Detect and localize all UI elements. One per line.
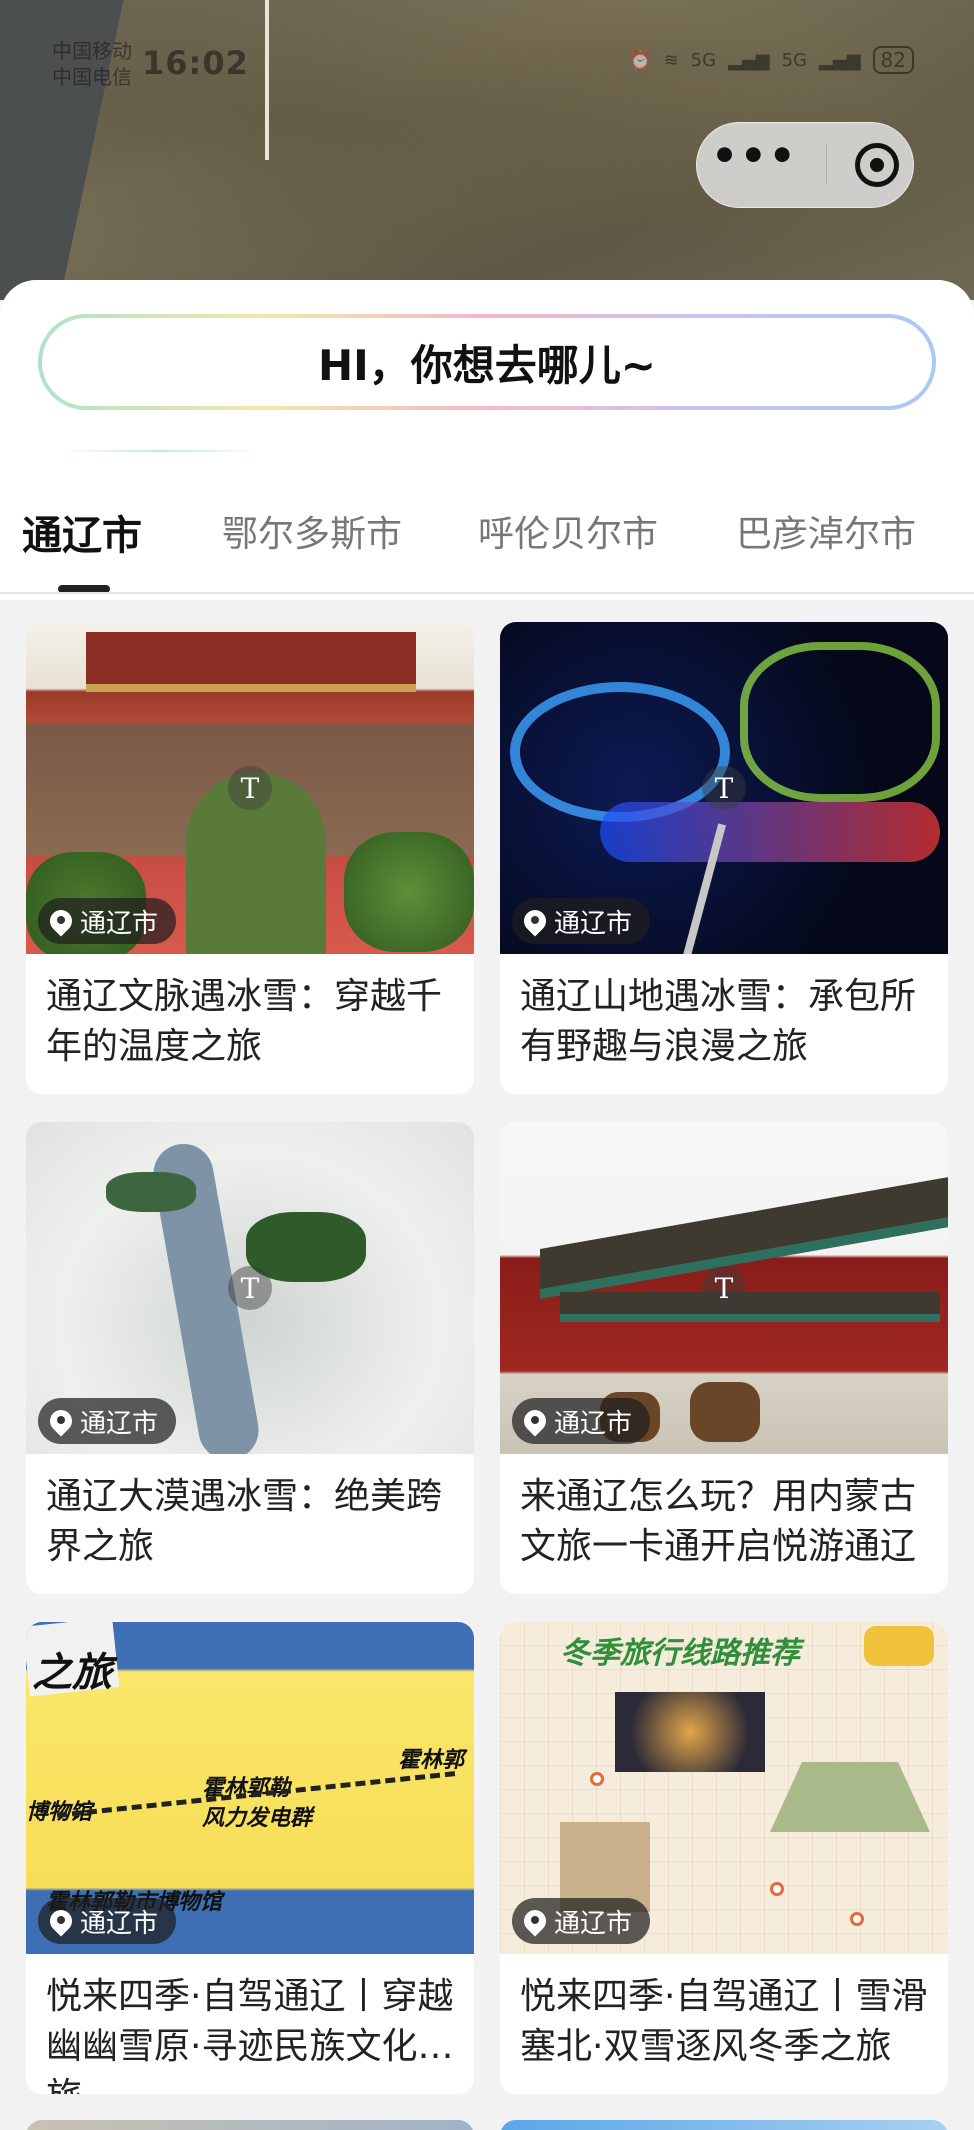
image-text: 之旅 (32, 1650, 112, 1696)
watermark-icon: T (702, 766, 746, 810)
battery-indicator: 82 (872, 46, 914, 74)
location-label: 通辽市 (554, 1408, 633, 1439)
image-detail (740, 642, 940, 802)
card-title: 来通辽怎么玩？用内蒙古文旅一卡通开启悦游通辽 (520, 1476, 917, 1567)
card-image: T 通辽市 (500, 1122, 948, 1454)
status-bar: 中国移动 中国电信 16:02 ⏰ ≋ 5G ▂▄▆ 5G ▂▄▆ 82 (0, 34, 974, 94)
image-detail (615, 1692, 765, 1772)
card-title: 通辽大漠遇冰雪：绝美跨界之旅 (46, 1476, 443, 1567)
signal-2-label: 5G (781, 49, 808, 71)
card-image: 冬季旅行线路推荐 通辽市 (500, 1622, 948, 1954)
image-detail (560, 1292, 940, 1322)
card-title: 通辽文脉遇冰雪：穿越千年的温度之旅 (46, 976, 443, 1067)
route-card-peek[interactable] (500, 2120, 948, 2130)
card-image: T 通辽市 (26, 622, 474, 954)
signal-bars-icon: ▂▄▆ (728, 49, 770, 71)
image-detail (86, 632, 416, 692)
watermark-icon: T (702, 1266, 746, 1310)
route-card[interactable]: T 通辽市 来通辽怎么玩？用内蒙古文旅一卡通开启悦游通辽 (500, 1122, 948, 1594)
status-icons: ⏰ ≋ 5G ▂▄▆ 5G ▂▄▆ 82 (629, 46, 914, 74)
decorative-underline (60, 450, 260, 452)
route-card[interactable]: 之旅 霍林郭勒 风力发电群 霍林郭勒市博物馆 博物馆 霍林郭 通辽市 悦来四季·… (26, 1622, 474, 2094)
tabs-divider (0, 592, 974, 594)
route-card[interactable]: T 通辽市 通辽文脉遇冰雪：穿越千年的温度之旅 (26, 622, 474, 1094)
card-title: 悦来四季·自驾通辽丨穿越幽幽雪原·寻迹民族文化之旅 (46, 1976, 454, 2094)
image-text: 冬季旅行线路推荐 (560, 1636, 800, 1671)
image-detail (770, 1882, 784, 1896)
route-card[interactable]: 冬季旅行线路推荐 通辽市 悦来四季·自驾通辽丨雪滑塞北·双雪逐风冬季之旅 (500, 1622, 948, 2094)
clock: 16:02 (142, 44, 249, 82)
image-detail (690, 1382, 760, 1442)
city-tabs: 通辽市 鄂尔多斯市 呼伦贝尔市 巴彦淖尔市 (0, 505, 974, 595)
location-pin-icon (50, 1910, 72, 1932)
image-detail (770, 1762, 930, 1832)
location-label: 通辽市 (80, 1408, 159, 1439)
search-prompt: HI，你想去哪儿~ (42, 318, 932, 406)
route-card[interactable]: T 通辽市 通辽大漠遇冰雪：绝美跨界之旅 (26, 1122, 474, 1594)
location-label: 通辽市 (554, 908, 633, 939)
image-detail (600, 802, 940, 862)
image-detail (864, 1626, 934, 1666)
carrier-labels: 中国移动 中国电信 (52, 38, 132, 90)
carrier-1: 中国移动 (52, 39, 132, 63)
image-detail (510, 682, 730, 822)
tab-tongliao[interactable]: 通辽市 (22, 503, 142, 561)
signal-bars-icon: ▂▄▆ (819, 49, 861, 71)
image-detail (850, 1912, 864, 1926)
wifi-icon: ≋ (663, 49, 679, 71)
tab-bayannur[interactable]: 巴彦淖尔市 (736, 505, 916, 557)
card-image: 之旅 霍林郭勒 风力发电群 霍林郭勒市博物馆 博物馆 霍林郭 通辽市 (26, 1622, 474, 1954)
location-badge: 通辽市 (38, 1898, 177, 1944)
location-pin-icon (50, 1410, 72, 1432)
image-detail (344, 832, 474, 952)
location-badge: 通辽市 (512, 1898, 651, 1944)
location-badge: 通辽市 (38, 1398, 177, 1444)
location-pin-icon (524, 910, 546, 932)
watermark-icon: T (228, 766, 272, 810)
miniprogram-capsule: ••• (696, 122, 914, 208)
location-label: 通辽市 (554, 1908, 633, 1939)
location-pin-icon (524, 1410, 546, 1432)
watermark-icon: T (228, 1266, 272, 1310)
card-title: 悦来四季·自驾通辽丨雪滑塞北·双雪逐风冬季之旅 (520, 1976, 928, 2067)
image-text: 风力发电群 (202, 1806, 313, 1831)
alarm-icon: ⏰ (629, 49, 652, 71)
search-bar[interactable]: HI，你想去哪儿~ (38, 314, 936, 410)
signal-1-label: 5G (690, 49, 717, 71)
carrier-2: 中国电信 (52, 65, 132, 89)
card-title: 通辽山地遇冰雪：承包所有野趣与浪漫之旅 (520, 976, 917, 1067)
location-badge: 通辽市 (512, 1398, 651, 1444)
location-badge: 通辽市 (512, 898, 651, 944)
tab-hulunbuir[interactable]: 呼伦贝尔市 (478, 505, 658, 557)
route-card-peek[interactable] (26, 2120, 474, 2130)
location-label: 通辽市 (80, 1908, 159, 1939)
location-badge: 通辽市 (38, 898, 177, 944)
location-pin-icon (50, 910, 72, 932)
image-detail (106, 1172, 196, 1212)
image-detail (590, 1772, 604, 1786)
card-image: T 通辽市 (500, 622, 948, 954)
image-text: 霍林郭 (398, 1748, 465, 1773)
location-pin-icon (524, 1910, 546, 1932)
tab-ordos[interactable]: 鄂尔多斯市 (222, 505, 402, 557)
capsule-divider (825, 145, 827, 185)
card-image: T 通辽市 (26, 1122, 474, 1454)
close-miniprogram-icon[interactable] (854, 143, 899, 187)
route-card[interactable]: T 通辽市 通辽山地遇冰雪：承包所有野趣与浪漫之旅 (500, 622, 948, 1094)
more-options-icon[interactable]: ••• (711, 135, 798, 177)
location-label: 通辽市 (80, 908, 159, 939)
